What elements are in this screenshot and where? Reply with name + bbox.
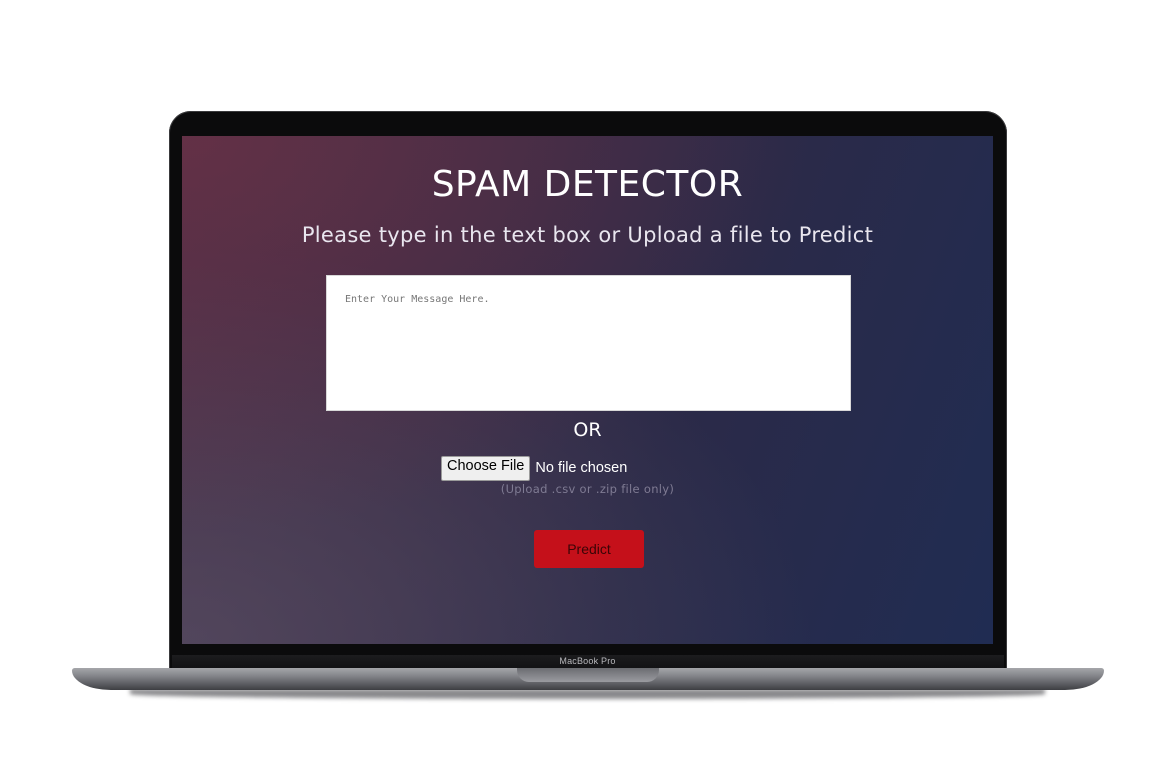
or-divider-label: OR xyxy=(573,419,602,441)
file-status-text: No file chosen xyxy=(535,460,628,476)
device-brand-label: MacBook Pro xyxy=(559,656,616,666)
laptop-mockup: SPAM DETECTOR Please type in the text bo… xyxy=(0,0,1175,783)
file-upload-control[interactable]: Choose File No file chosen xyxy=(441,455,628,481)
app-screen: SPAM DETECTOR Please type in the text bo… xyxy=(182,136,993,644)
message-input[interactable] xyxy=(326,275,851,411)
laptop-base-shadow xyxy=(130,689,1045,699)
page-subtitle: Please type in the text box or Upload a … xyxy=(301,223,874,247)
choose-file-button[interactable]: Choose File xyxy=(441,455,531,481)
predict-button[interactable]: Predict xyxy=(534,530,644,568)
laptop-opening-notch xyxy=(517,668,659,682)
screen-bottom-bezel xyxy=(182,644,993,655)
file-type-hint: (Upload .csv or .zip file only) xyxy=(500,482,675,496)
page-title: SPAM DETECTOR xyxy=(431,164,744,205)
